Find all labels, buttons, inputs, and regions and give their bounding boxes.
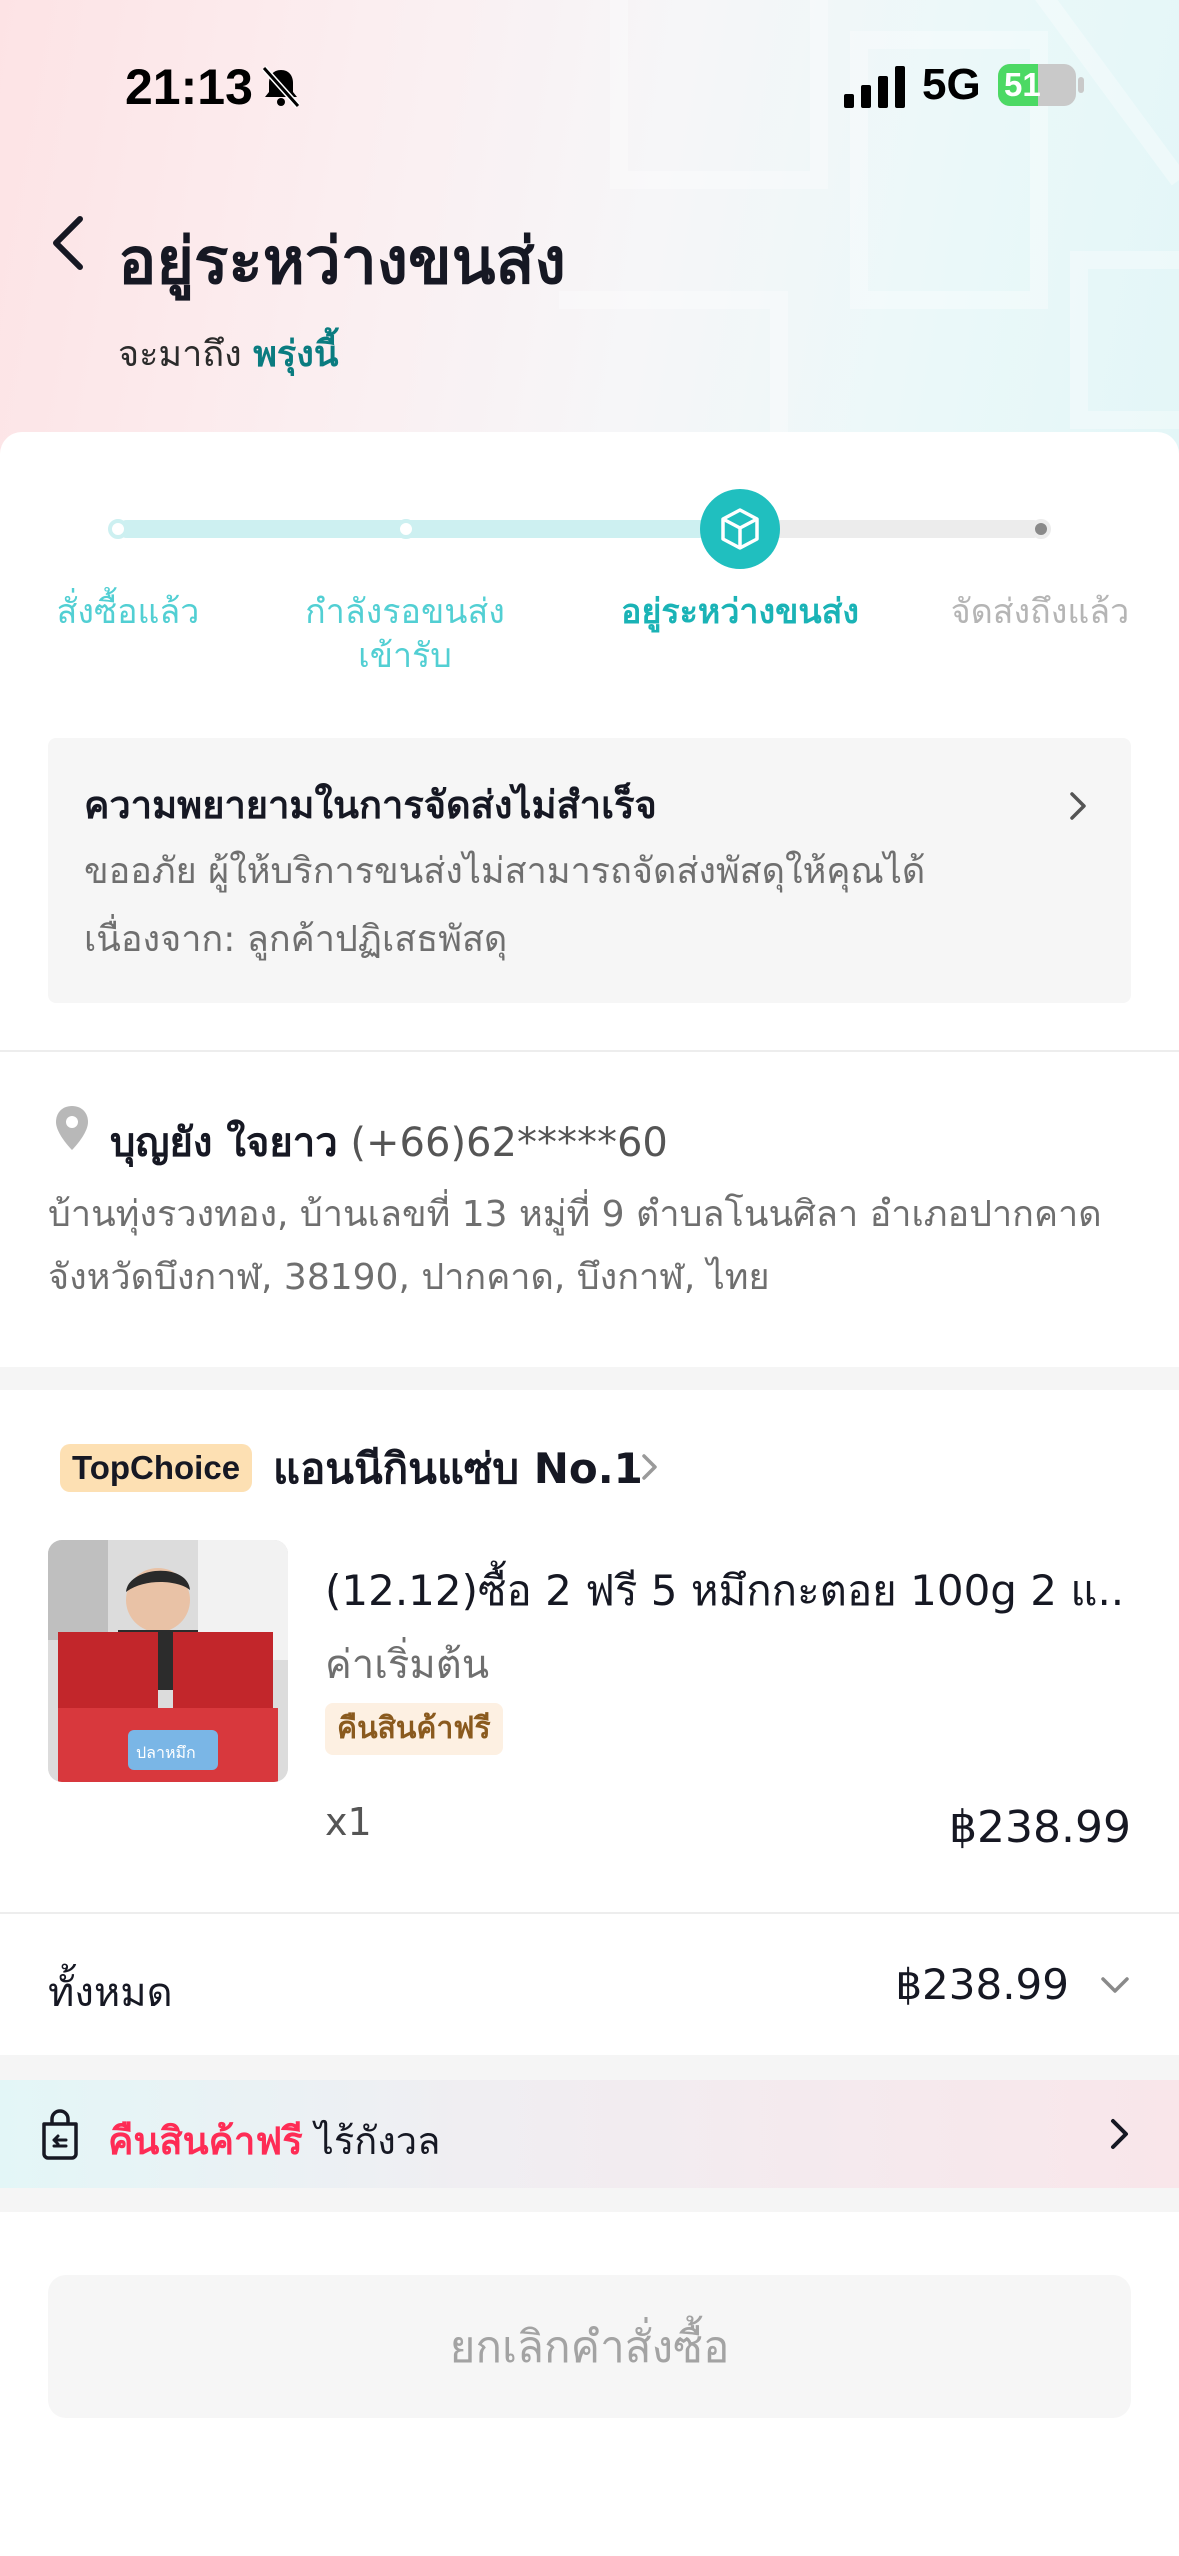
address-line-2: จังหวัดบึงกาฬ, 38190, ปากคาด, บึงกาฬ, ไท… [48,1257,770,1298]
status-bar: 21:13 5G 51 [0,0,1179,170]
network-type: 5G [922,60,981,109]
step-label-awaiting-pickup-line2: เข้ารับ [358,636,452,676]
eta-day: พรุ่งนี้ [253,334,339,375]
promo-suffix: ไร้กังวล [302,2119,441,2163]
product-quantity: x1 [325,1800,372,1844]
product-title[interactable]: (12.12)ซื้อ 2 ฟรี 5 หมึกกะตอย 100g 2 แ..… [325,1558,1125,1624]
recipient-phone: (+66)62*****60 [350,1120,668,1166]
address-line-1: บ้านทุ่งรวงทอง, บ้านเลขที่ 13 หมู่ที่ 9 … [48,1194,1102,1235]
alert-title: ความพยายามในการจัดส่งไม่สำเร็จ [84,783,657,827]
free-return-banner[interactable]: คืนสินค้าฟรี ไร้กังวล [0,2080,1179,2188]
step-label-in-transit: อยู่ระหว่างขนส่ง [621,592,859,632]
step-label-awaiting-pickup: กำลังรอขนส่ง เข้ารับ [290,590,520,678]
progress-fill [118,520,738,538]
step-dot-delivered [1031,519,1051,539]
delivery-failed-alert[interactable]: ความพยายามในการจัดส่งไม่สำเร็จ ขออภัย ผู… [48,738,1131,1003]
product-price: ฿238.99 [949,1802,1131,1853]
back-button[interactable] [40,205,100,285]
product-photo: ปลาหมึก [48,1540,288,1782]
cancel-order-button[interactable]: ยกเลิกคำสั่งซื้อ [48,2275,1131,2418]
bell-muted-icon [261,65,301,109]
alert-body: ขออภัย ผู้ให้บริการขนส่งไม่สามารถจัดส่งพ… [84,851,926,960]
chevron-right-icon [1070,792,1086,820]
topchoice-badge: TopChoice [60,1444,253,1492]
signal-icon [844,66,905,108]
total-label: ทั้งหมด [48,1970,173,2016]
step-label-delivered: จัดส่งถึงแล้ว [950,592,1130,632]
step-current-marker [700,489,780,569]
battery-percent: 51 [1004,66,1041,103]
return-bag-icon [42,2109,78,2160]
step-label-awaiting-pickup-line1: กำลังรอขนส่ง [305,592,505,632]
recipient-name: บุญยัง ใจยาว [110,1120,338,1166]
shop-name[interactable]: แอนนีกินแซ่บ No.1 [273,1436,643,1502]
promo-highlight: คืนสินค้าฟรี [108,2119,303,2163]
total-divider [0,1912,1179,1914]
step-dot-ordered [108,519,128,539]
product-image-label: ปลาหมึก [136,1743,196,1762]
product-variant: ค่าเริ่มต้น [325,1642,490,1688]
order-detail-page: 21:13 5G 51 อยู่ระหว่างขนส่ง จะมาถึง พรุ… [0,0,1179,2556]
step-dot-awaiting-pickup [396,519,416,539]
battery-cap [1078,77,1084,93]
chevron-down-icon[interactable] [1097,1970,1133,2000]
status-time: 21:13 [125,59,253,115]
page-title: อยู่ระหว่างขนส่ง [118,225,566,299]
location-pin-icon [56,1106,88,1150]
delivery-eta: จะมาถึง พรุ่งนี้ [118,325,338,382]
total-value[interactable]: ฿238.99 [895,1960,1069,2009]
shop-chevron-icon[interactable] [638,1448,662,1486]
package-icon [721,508,759,550]
step-label-ordered: สั่งซื้อแล้ว [56,592,200,632]
eta-prefix: จะมาถึง [118,334,242,375]
battery-icon: 51 [998,64,1076,106]
recipient: บุญยัง ใจยาว (+66)62*****60 [110,1110,668,1174]
free-return-tag: คืนสินค้าฟรี [325,1703,503,1755]
chevron-right-icon [1111,2119,1128,2149]
product-image[interactable]: ปลาหมึก [48,1540,288,1782]
promo-text: คืนสินค้าฟรี ไร้กังวล [108,2110,440,2171]
